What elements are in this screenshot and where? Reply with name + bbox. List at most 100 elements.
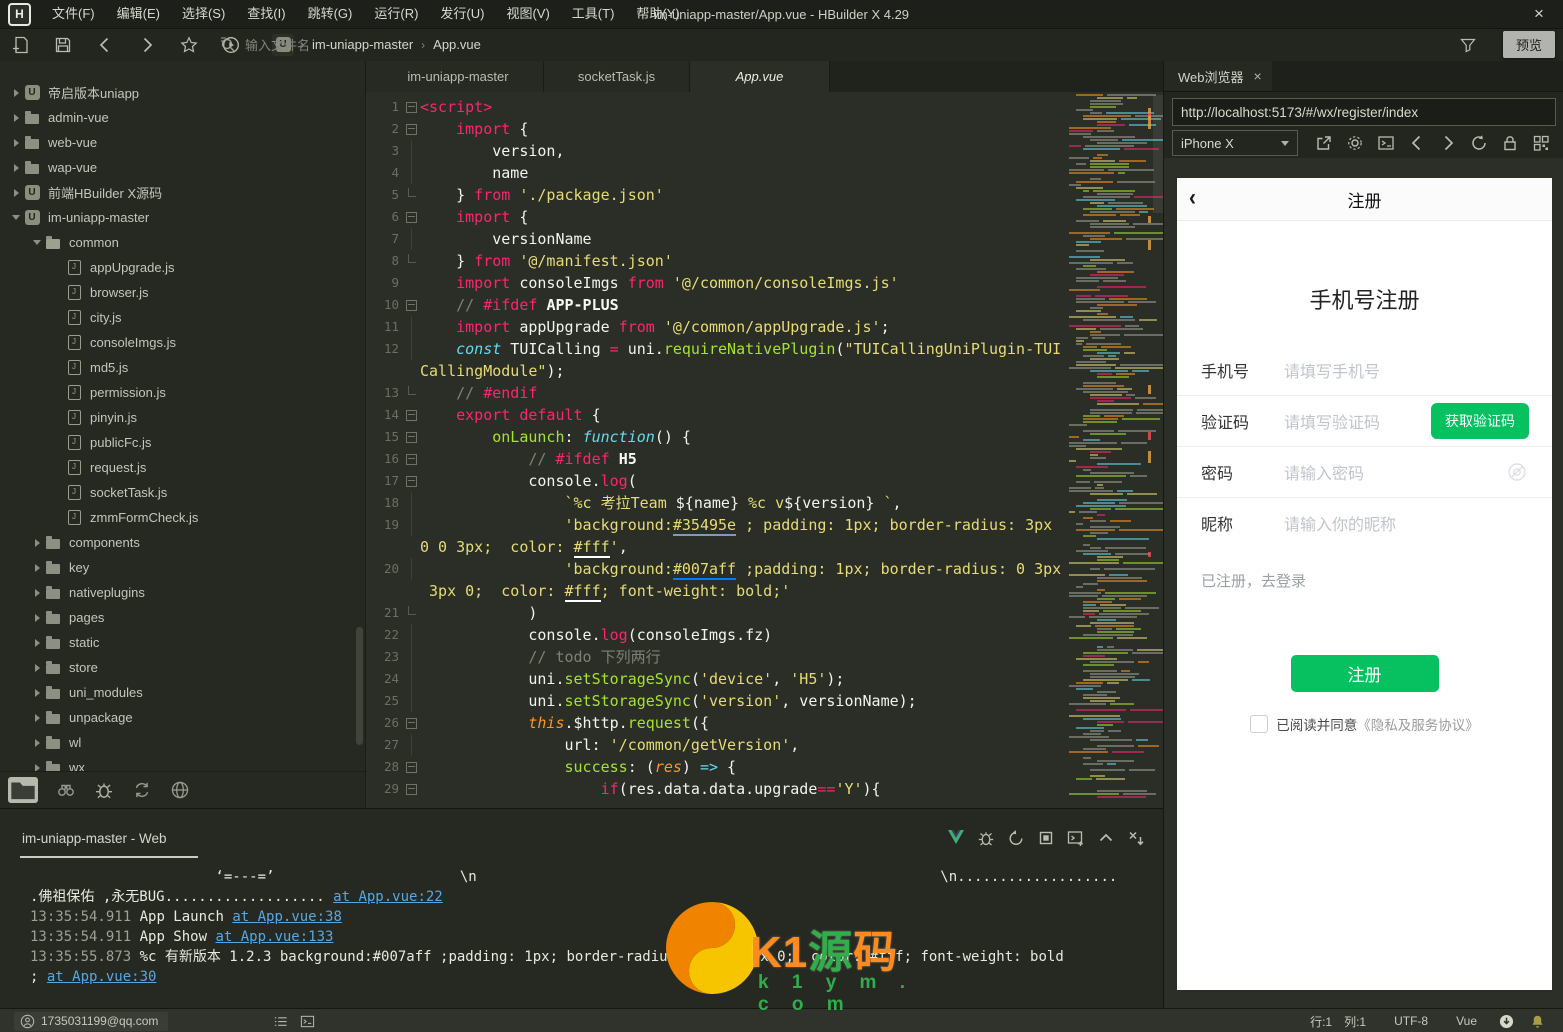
tree-item-city.js[interactable]: Jcity.js [0,305,365,330]
plugins-icon[interactable] [170,780,190,800]
fold-icon[interactable] [406,453,417,465]
filetype[interactable]: Vue [1442,1014,1491,1028]
tree-item-前端HBuilder X源码[interactable]: U 前端HBuilder X源码 [0,180,365,205]
tree-item-wap-vue[interactable]: wap-vue [0,155,365,180]
terminal-icon[interactable] [300,1014,315,1029]
file-search-input[interactable]: 输入文件名 [219,35,919,54]
debug-icon[interactable] [94,780,114,800]
tree-item-wl[interactable]: wl [0,730,365,755]
back-icon[interactable] [96,36,114,54]
browser-url-input[interactable]: http://localhost:5173/#/wx/register/inde… [1172,98,1556,126]
editor-tab-socketTask.js[interactable]: socketTask.js [544,61,690,92]
notifications-icon[interactable] [1530,1014,1545,1029]
chevron-right-icon[interactable] [34,563,40,572]
browser-tab[interactable]: Web浏览器 × [1164,61,1272,91]
close-icon[interactable] [1127,829,1145,847]
field-input[interactable]: 请填写验证码 [1284,409,1380,433]
terminal-icon[interactable] [1067,829,1085,847]
tree-item-nativeplugins[interactable]: nativeplugins [0,580,365,605]
tree-item-consoleImgs.js[interactable]: JconsoleImgs.js [0,330,365,355]
fold-icon[interactable] [406,101,417,113]
filter-icon[interactable] [1459,36,1477,54]
tree-item-common[interactable]: common [0,230,365,255]
fold-icon[interactable] [406,783,417,795]
fold-icon[interactable] [406,475,417,487]
chevron-right-icon[interactable] [34,613,40,622]
tree-item-unpackage[interactable]: unpackage [0,705,365,730]
tree-item-md5.js[interactable]: Jmd5.js [0,355,365,380]
goto-login-link[interactable]: 已注册，去登录 [1201,570,1552,591]
fold-icon[interactable] [406,717,417,729]
preview-button[interactable]: 预览 [1502,31,1555,58]
tree-item-帝启版本uniapp[interactable]: U 帝启版本uniapp [0,80,365,105]
chevron-right-icon[interactable] [13,163,19,172]
menu-3[interactable]: 选择(S) [171,0,236,28]
chevron-right-icon[interactable] [34,638,40,647]
forward-icon[interactable] [138,36,156,54]
tree-item-appUpgrade.js[interactable]: JappUpgrade.js [0,255,365,280]
chevron-right-icon[interactable] [13,88,19,97]
fold-icon[interactable] [406,409,417,421]
grid-icon[interactable] [1532,134,1550,152]
collapse-icon[interactable] [1097,829,1115,847]
chevron-down-icon[interactable] [12,215,20,220]
search-icon[interactable] [56,780,76,800]
tree-item-zmmFormCheck.js[interactable]: JzmmFormCheck.js [0,505,365,530]
chevron-right-icon[interactable] [13,138,19,147]
outline-icon[interactable] [273,1014,288,1029]
menu-5[interactable]: 跳转(G) [297,0,364,28]
browser-tab-close-icon[interactable]: × [1254,68,1262,84]
lock-icon[interactable] [1501,134,1519,152]
back-icon[interactable] [1408,134,1426,152]
forward-icon[interactable] [1439,134,1457,152]
sync-icon[interactable] [132,780,152,800]
cursor-col[interactable]: 列:1 [1330,1013,1380,1030]
tree-item-web-vue[interactable]: web-vue [0,130,365,155]
field-input[interactable]: 请输入你的昵称 [1284,511,1396,535]
menu-4[interactable]: 查找(I) [236,0,296,28]
console-tab[interactable]: im-uniapp-master - Web [22,831,167,846]
agreement-link[interactable]: 《隐私及服务协议》 [1357,714,1479,734]
menu-1[interactable]: 文件(F) [41,0,106,28]
chevron-right-icon[interactable] [34,688,40,697]
files-view-button[interactable] [8,777,38,803]
restart-icon[interactable] [1007,829,1025,847]
editor-tab-App.vue[interactable]: App.vue [690,61,830,92]
stop-icon[interactable] [1037,829,1055,847]
open-external-icon[interactable] [1315,134,1333,152]
tree-item-pages[interactable]: pages [0,605,365,630]
tree-item-socketTask.js[interactable]: JsocketTask.js [0,480,365,505]
settings-icon[interactable] [1346,134,1364,152]
code-editor[interactable]: 1 <script> 2 import {3 version, 4 name 5 } f… [366,92,1067,812]
editor-tab-im-uniapp-master[interactable]: im-uniapp-master [366,61,544,92]
chevron-down-icon[interactable] [33,240,41,245]
eye-off-icon[interactable] [1507,462,1527,482]
tree-item-browser.js[interactable]: Jbrowser.js [0,280,365,305]
fold-icon[interactable] [406,211,417,223]
device-select[interactable]: iPhone X [1172,130,1298,156]
tree-item-pinyin.js[interactable]: Jpinyin.js [0,405,365,430]
encoding[interactable]: UTF-8 [1380,1014,1442,1028]
new-file-icon[interactable] [12,36,30,54]
chevron-right-icon[interactable] [34,538,40,547]
tree-item-im-uniapp-master[interactable]: Uim-uniapp-master [0,205,365,230]
tree-item-permission.js[interactable]: Jpermission.js [0,380,365,405]
agreement-checkbox[interactable] [1250,715,1269,733]
fold-icon[interactable] [406,431,417,443]
get-code-button[interactable]: 获取验证码 [1431,403,1529,439]
menu-10[interactable]: 帮助(Y) [625,0,690,28]
refresh-icon[interactable] [1470,134,1488,152]
register-submit-button[interactable]: 注册 [1290,655,1439,692]
console-icon[interactable] [1377,134,1395,152]
account-chip[interactable]: 1735031199@qq.com [14,1011,169,1031]
fold-icon[interactable] [406,761,417,773]
editor-minimap[interactable] [1067,92,1163,808]
tree-item-key[interactable]: key [0,555,365,580]
source-link[interactable]: at App.vue:22 [333,889,443,905]
tree-item-static[interactable]: static [0,630,365,655]
menu-9[interactable]: 工具(T) [561,0,626,28]
tree-item-uni_modules[interactable]: uni_modules [0,680,365,705]
menu-8[interactable]: 视图(V) [495,0,560,28]
close-window-button[interactable]: × [1527,0,1551,28]
tree-item-publicFc.js[interactable]: JpublicFc.js [0,430,365,455]
